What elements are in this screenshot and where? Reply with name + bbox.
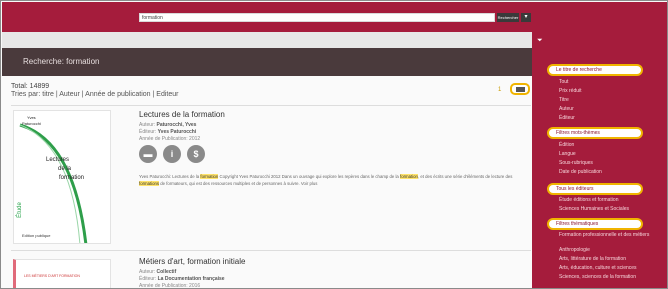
result-description: Yves Paturocchi: Lectures de la formatio… xyxy=(139,174,513,186)
book-cover[interactable]: LES MÉTIERS D'ART FORMATION xyxy=(13,259,111,288)
cover-text: LES MÉTIERS D'ART FORMATION xyxy=(24,274,80,278)
menu-toggle-button[interactable]: ▾ xyxy=(521,13,531,22)
book-cover[interactable]: Yves Paturocchi Lectures de la formation… xyxy=(13,110,111,244)
top-bar: formation Rechercher ▾ xyxy=(2,2,667,32)
grid-icon xyxy=(516,87,525,92)
info-button[interactable]: i xyxy=(163,145,181,163)
filter-item[interactable]: Date de publication xyxy=(559,169,602,175)
filter-item[interactable]: Éditeur xyxy=(559,115,575,121)
cover-series: Étude xyxy=(16,202,23,218)
result-author: Auteur: Collectif xyxy=(139,269,177,275)
results-total: Total: 14899 xyxy=(11,83,50,90)
result-title[interactable]: Lectures de la formation xyxy=(139,110,225,119)
annotation-number: 1 xyxy=(498,87,502,93)
browser-frame: formation Rechercher ▾ Recherche: format… xyxy=(0,0,668,289)
result-year: Année de Publication: 2012 xyxy=(139,136,201,142)
cover-author-first: Yves xyxy=(27,115,36,120)
filter-item[interactable]: Prix réduit xyxy=(559,88,582,94)
page-title: Recherche: formation xyxy=(23,57,100,66)
filter-item[interactable]: Titre xyxy=(559,97,569,103)
filter-heading-search-title[interactable]: Le titre de recherche xyxy=(547,64,643,76)
info-icon: i xyxy=(170,149,174,159)
search-button[interactable]: Rechercher xyxy=(497,13,519,22)
sort-options[interactable]: Tries par: titre | Auteur | Année de pub… xyxy=(11,91,178,98)
result-title[interactable]: Métiers d'art, formation initiale xyxy=(139,257,245,266)
result-editor: Éditeur: Yves Paturocchi xyxy=(139,129,197,135)
result-year: Année de Publication: 2016 xyxy=(139,283,201,289)
filter-item[interactable]: Anthropologie xyxy=(559,247,590,253)
book-button[interactable]: ▬ xyxy=(139,145,157,163)
grid-view-toggle[interactable] xyxy=(510,83,530,95)
divider xyxy=(11,105,531,106)
filter-item[interactable]: Arts, éducation, culture et sciences xyxy=(559,265,637,271)
buy-button[interactable]: $ xyxy=(187,145,205,163)
result-editor: Éditeur: La Documentation française xyxy=(139,276,225,282)
cover-title-line1: Lectures xyxy=(46,157,70,163)
filter-item[interactable]: Édition xyxy=(559,142,574,148)
filter-item[interactable]: Arts, littérature de la formation xyxy=(559,256,626,262)
highlight-term: formation xyxy=(200,174,219,179)
filter-item[interactable]: Sciences Humaines et Sociales xyxy=(559,206,629,212)
cover-author-last: Paturocchi xyxy=(22,121,41,126)
cover-publisher: Edition publique xyxy=(22,233,51,238)
cover-title-line3: formation xyxy=(59,175,85,181)
search-input[interactable]: formation xyxy=(139,13,495,22)
book-icon: ▬ xyxy=(143,149,153,159)
filter-heading-keywords[interactable]: Filtres mots-thèmes xyxy=(547,127,643,139)
filter-sidebar: ⏷ Le titre de recherche Tout Prix réduit… xyxy=(532,32,667,288)
filter-item[interactable]: Sous-rubriques xyxy=(559,160,593,166)
spacer-band xyxy=(2,32,532,48)
filter-item[interactable]: Formation professionnelle et des métiers xyxy=(559,232,649,238)
filter-heading-themes[interactable]: Filtres thématiques xyxy=(547,218,643,230)
divider xyxy=(11,250,531,251)
filter-heading-publishers[interactable]: Tous les éditeurs xyxy=(547,183,643,195)
cover-title-line2: de la xyxy=(58,166,72,172)
filter-item[interactable]: Auteur xyxy=(559,106,574,112)
page-title-bar: Recherche: formation xyxy=(2,48,532,76)
filter-item[interactable]: Langue xyxy=(559,151,576,157)
highlight-term: formation xyxy=(400,174,418,179)
highlight-term: formations xyxy=(139,181,160,186)
result-author: Auteur: Paturocchi, Yves xyxy=(139,122,197,128)
filter-item[interactable]: Étude éditions et formation xyxy=(559,197,618,203)
filter-item[interactable]: Sciences, sciences de la formation xyxy=(559,274,636,280)
filter-item[interactable]: Tout xyxy=(559,79,568,85)
dollar-icon: $ xyxy=(193,149,199,159)
funnel-icon[interactable]: ⏷ xyxy=(537,37,543,45)
